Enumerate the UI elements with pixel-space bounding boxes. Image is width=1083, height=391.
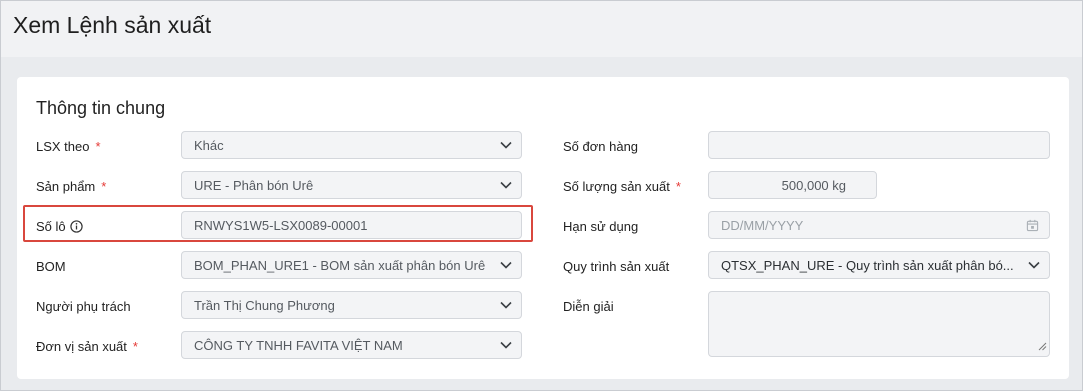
lsx-theo-value: Khác	[194, 137, 224, 153]
han-su-dung-label-text: Hạn sử dụng	[563, 218, 639, 234]
chevron-down-icon	[491, 132, 521, 158]
required-mark: *	[101, 178, 107, 194]
so-don-hang-field[interactable]	[708, 131, 1050, 159]
san-pham-value: URE - Phân bón Urê	[194, 177, 314, 193]
han-su-dung-label: Hạn sử dụng	[563, 217, 638, 235]
required-mark: *	[132, 338, 138, 354]
chevron-down-icon	[491, 292, 521, 318]
nguoi-phu-trach-label: Người phụ trách	[36, 297, 131, 315]
dien-giai-textarea[interactable]	[708, 291, 1050, 357]
so-lo-label-text: Số lô	[36, 218, 66, 234]
san-pham-label-text: Sản phẩm	[36, 178, 96, 194]
nguoi-phu-trach-value: Trần Thị Chung Phương	[194, 297, 335, 313]
page-title: Xem Lệnh sản xuất	[13, 12, 212, 38]
so-lo-label: Số lô	[36, 217, 83, 235]
lsx-theo-label: LSX theo *	[36, 137, 101, 155]
bom-label: BOM	[36, 257, 66, 275]
san-pham-select[interactable]: URE - Phân bón Urê	[181, 171, 522, 199]
so-lo-field[interactable]: RNWYS1W5-LSX0089-00001	[181, 211, 522, 239]
dien-giai-label: Diễn giải	[563, 297, 614, 315]
app-window: Xem Lệnh sản xuất Thông tin chung LSX th…	[0, 0, 1083, 391]
chevron-down-icon	[491, 172, 521, 198]
don-vi-label: Đơn vị sản xuất *	[36, 337, 138, 355]
so-luong-field[interactable]: 500,000 kg	[708, 171, 877, 199]
quy-trinh-value: QTSX_PHAN_URE - Quy trình sản xuất phân …	[721, 257, 1014, 273]
han-su-dung-placeholder: DD/MM/YYYY	[721, 217, 804, 233]
nguoi-phu-trach-select[interactable]: Trần Thị Chung Phương	[181, 291, 522, 319]
section-title: Thông tin chung	[36, 98, 166, 118]
calendar-icon[interactable]	[1015, 219, 1049, 232]
required-mark: *	[95, 138, 101, 154]
quy-trinh-select[interactable]: QTSX_PHAN_URE - Quy trình sản xuất phân …	[708, 251, 1050, 279]
page-header: Xem Lệnh sản xuất	[1, 1, 1082, 57]
bom-label-text: BOM	[36, 258, 66, 274]
lsx-theo-select[interactable]: Khác	[181, 131, 522, 159]
quy-trinh-label-text: Quy trình sản xuất	[563, 258, 670, 274]
required-mark: *	[675, 178, 681, 194]
dien-giai-label-text: Diễn giải	[563, 298, 614, 314]
info-icon[interactable]	[69, 219, 83, 233]
bom-value: BOM_PHAN_URE1 - BOM sản xuất phân bón Ur…	[194, 257, 486, 273]
lsx-theo-label-text: LSX theo	[36, 138, 90, 154]
don-vi-select[interactable]: CÔNG TY TNHH FAVITA VIỆT NAM	[181, 331, 522, 359]
san-pham-label: Sản phẩm *	[36, 177, 106, 195]
so-don-hang-label: Số đơn hàng	[563, 137, 638, 155]
don-vi-label-text: Đơn vị sản xuất	[36, 338, 127, 354]
resize-handle-icon[interactable]	[1038, 339, 1047, 354]
general-info-card: Thông tin chung LSX theo * Khác Sản phẩm *…	[17, 77, 1069, 379]
chevron-down-icon	[491, 332, 521, 358]
nguoi-phu-trach-label-text: Người phụ trách	[36, 298, 131, 314]
so-luong-label-text: Số lượng sản xuất	[563, 178, 670, 194]
quy-trinh-label: Quy trình sản xuất	[563, 257, 669, 275]
so-luong-value: 500,000 kg	[781, 177, 846, 193]
so-don-hang-label-text: Số đơn hàng	[563, 138, 639, 154]
han-su-dung-date-field[interactable]: DD/MM/YYYY	[708, 211, 1050, 239]
don-vi-value: CÔNG TY TNHH FAVITA VIỆT NAM	[194, 337, 403, 353]
bom-select[interactable]: BOM_PHAN_URE1 - BOM sản xuất phân bón Ur…	[181, 251, 522, 279]
so-lo-value: RNWYS1W5-LSX0089-00001	[194, 217, 368, 233]
so-luong-label: Số lượng sản xuất *	[563, 177, 681, 195]
chevron-down-icon	[491, 252, 521, 278]
chevron-down-icon	[1019, 252, 1049, 278]
